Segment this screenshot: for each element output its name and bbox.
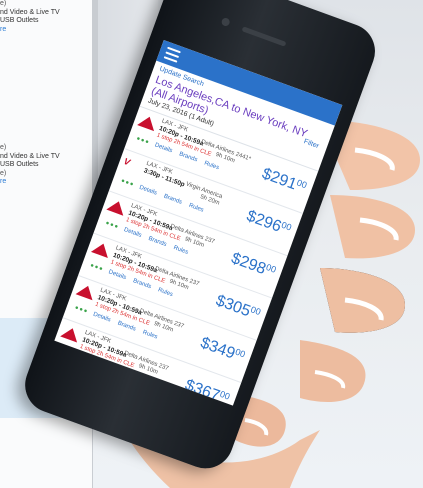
price-cents: 00 xyxy=(233,346,247,360)
price-dollars: $298 xyxy=(228,249,269,279)
rating-dots-icon: ●●● xyxy=(135,135,151,147)
fare-price[interactable]: $34900 xyxy=(198,334,247,367)
price-cents: 00 xyxy=(264,262,278,275)
price-cents: 00 xyxy=(280,219,293,233)
rating-dots-icon: ●●● xyxy=(89,262,105,273)
price-dollars: $296 xyxy=(244,207,284,236)
delta-logo xyxy=(90,240,112,258)
brands-link[interactable]: Brands xyxy=(163,194,183,206)
details-link[interactable]: Details xyxy=(92,312,111,324)
fare-price[interactable]: $29100 xyxy=(259,165,309,198)
brands-link[interactable]: Brands xyxy=(132,278,152,290)
fare-price[interactable]: $30500 xyxy=(213,292,262,325)
details-link[interactable]: Details xyxy=(123,227,142,239)
rules-link[interactable]: Rules xyxy=(188,203,204,214)
details-link[interactable]: Details xyxy=(138,185,157,197)
rating-dots-icon: ●●● xyxy=(104,220,120,231)
hamburger-menu-icon[interactable] xyxy=(163,46,181,63)
delta-logo xyxy=(60,325,82,343)
delta-logo xyxy=(106,198,128,216)
price-cents: 00 xyxy=(295,177,309,191)
rules-link[interactable]: Rules xyxy=(142,330,158,341)
virgin-america-logo: V xyxy=(122,155,132,168)
delta-logo xyxy=(137,113,159,132)
brands-link[interactable]: Brands xyxy=(147,236,167,248)
rating-dots-icon: ●●● xyxy=(120,178,136,189)
price-dollars: $291 xyxy=(259,165,299,194)
details-link[interactable]: Details xyxy=(154,142,173,154)
price-dollars: $305 xyxy=(213,292,253,321)
brands-link[interactable]: Brands xyxy=(178,151,198,163)
delta-logo xyxy=(75,282,97,301)
rating-dots-icon: ●●● xyxy=(73,304,89,316)
details-link[interactable]: Details xyxy=(108,269,127,281)
price-cents: 00 xyxy=(218,388,232,402)
price-cents: 00 xyxy=(249,304,263,318)
rules-link[interactable]: Rules xyxy=(173,245,189,256)
price-dollars: $349 xyxy=(198,334,238,363)
brands-link[interactable]: Brands xyxy=(117,320,137,332)
rules-link[interactable]: Rules xyxy=(203,160,219,171)
rules-link[interactable]: Rules xyxy=(157,287,173,298)
fare-price[interactable]: $29800 xyxy=(229,250,278,283)
fare-price[interactable]: $29600 xyxy=(244,208,293,241)
